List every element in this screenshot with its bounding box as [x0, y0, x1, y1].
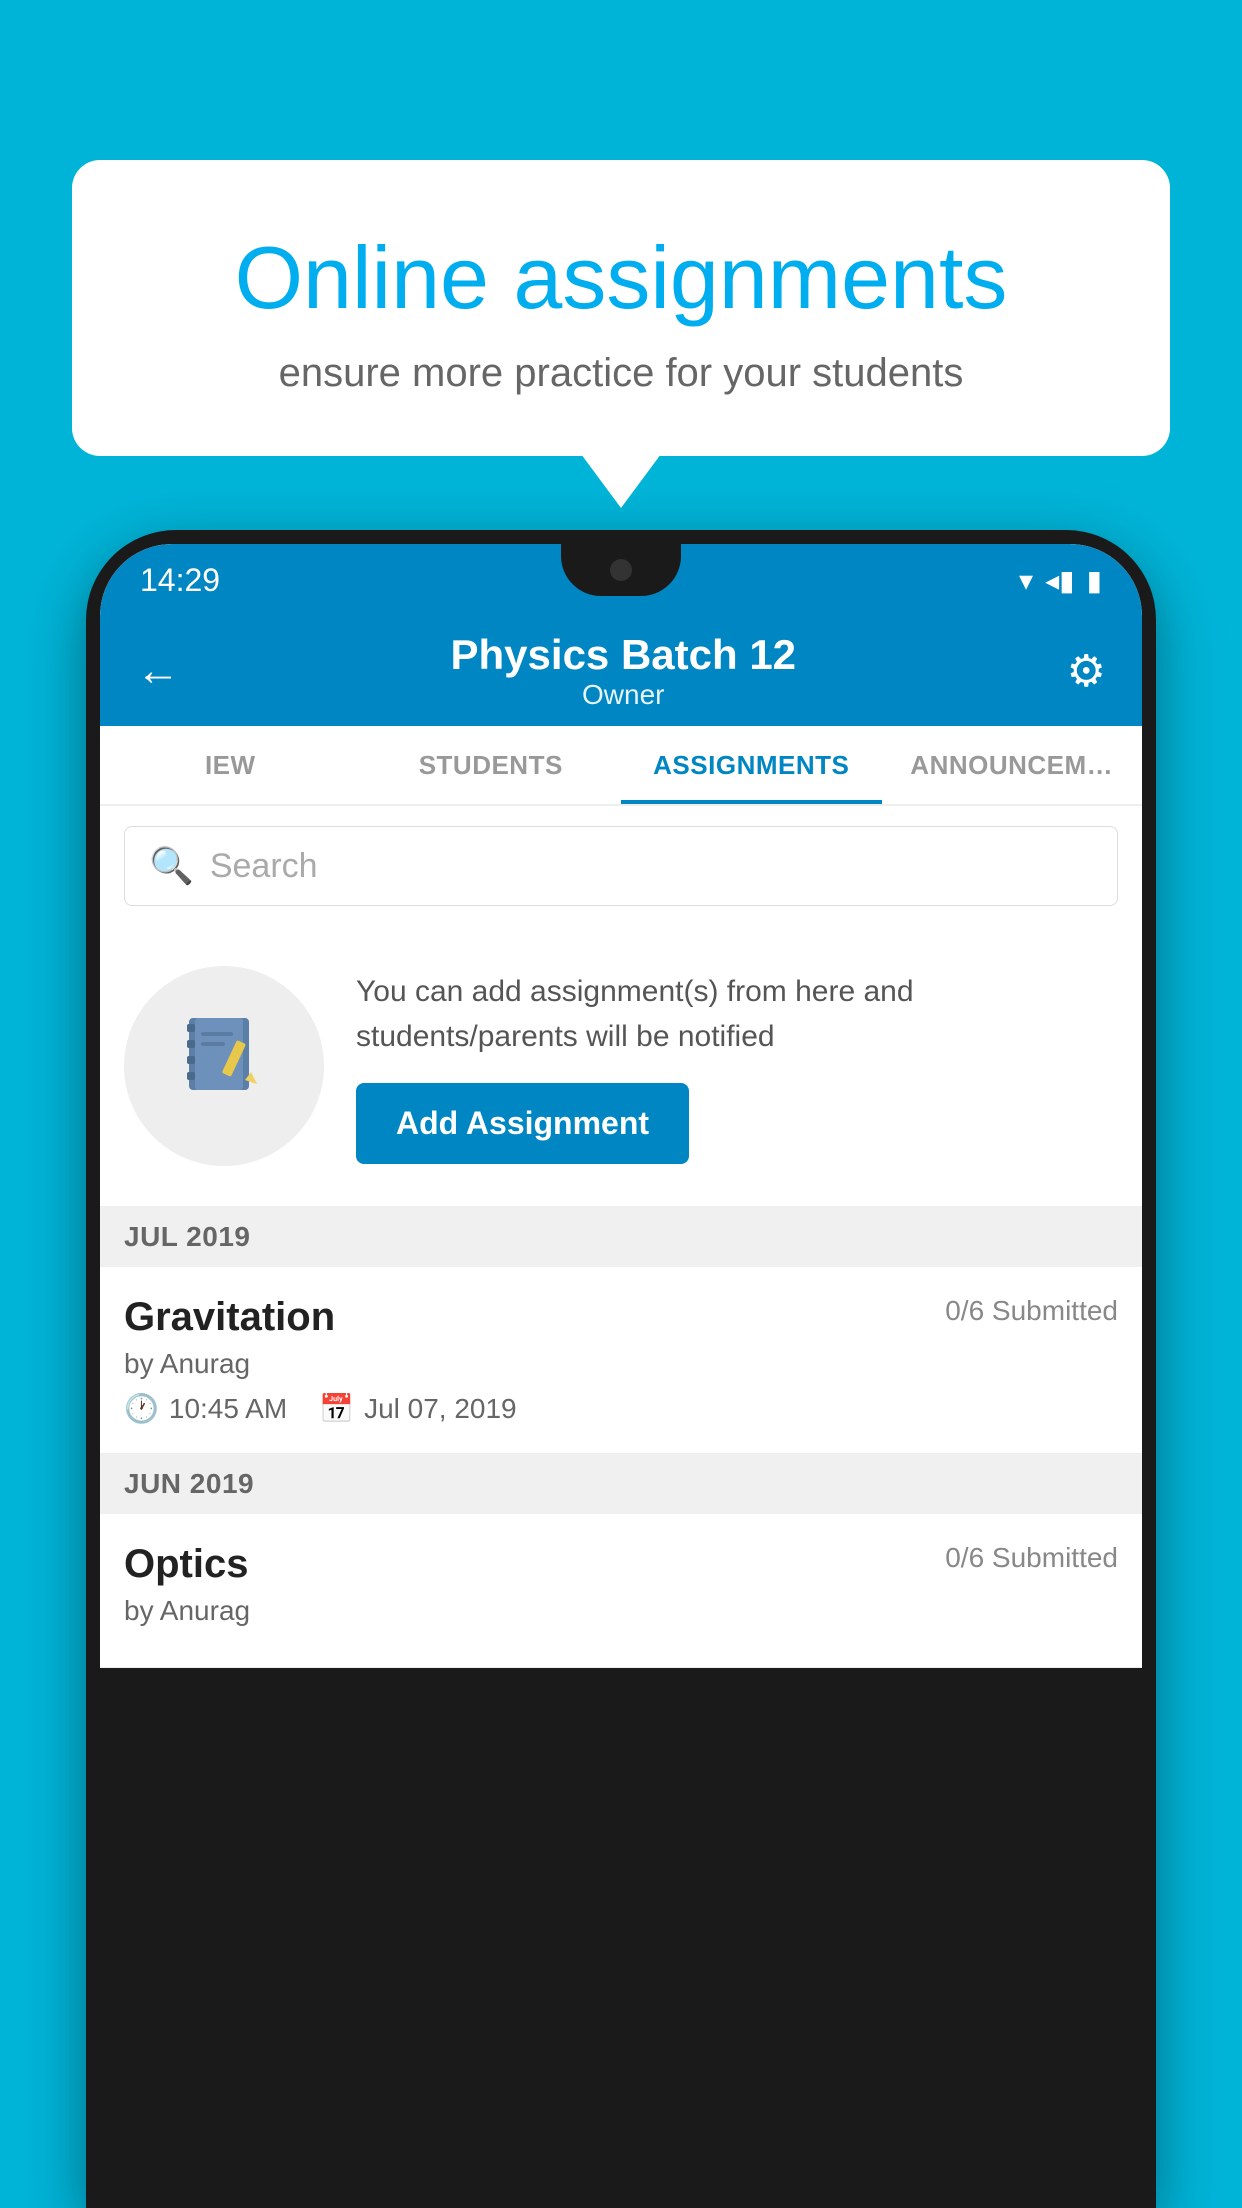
notebook-icon [179, 1010, 269, 1122]
add-assignment-button[interactable]: Add Assignment [356, 1083, 689, 1164]
speech-bubble-title: Online assignments [152, 230, 1090, 327]
search-placeholder: Search [210, 847, 318, 886]
content-area: 🔍 Search [100, 806, 1142, 1668]
section-header-jul: JUL 2019 [100, 1207, 1142, 1267]
calendar-icon: 📅 [319, 1392, 354, 1425]
status-icons: ▾ ◂▮ ▮ [1019, 564, 1102, 597]
speech-bubble: Online assignments ensure more practice … [72, 160, 1170, 456]
app-header: ← Physics Batch 12 Owner ⚙ [100, 616, 1142, 726]
notch [561, 544, 681, 596]
tab-bar: IEW STUDENTS ASSIGNMENTS ANNOUNCEM… [100, 726, 1142, 806]
search-icon: 🔍 [149, 845, 194, 887]
search-container: 🔍 Search [100, 806, 1142, 926]
settings-button[interactable]: ⚙ [1067, 646, 1106, 697]
add-assignment-section: You can add assignment(s) from here and … [100, 926, 1142, 1207]
assignment-item-gravitation[interactable]: Gravitation 0/6 Submitted by Anurag 🕐 10… [100, 1267, 1142, 1454]
assignment-name-optics: Optics [124, 1542, 248, 1587]
header-title: Physics Batch 12 [451, 631, 797, 679]
status-bar: 14:29 ▾ ◂▮ ▮ [100, 544, 1142, 616]
assignment-item-top: Gravitation 0/6 Submitted [124, 1295, 1118, 1340]
assignment-by-optics: by Anurag [124, 1595, 1118, 1627]
assignment-info: You can add assignment(s) from here and … [356, 969, 1118, 1164]
wifi-icon: ▾ [1019, 564, 1033, 597]
phone-frame: 14:29 ▾ ◂▮ ▮ ← Physics Batch 12 Owner ⚙ … [86, 530, 1156, 2208]
section-header-jun: JUN 2019 [100, 1454, 1142, 1514]
status-time: 14:29 [140, 562, 220, 599]
camera-dot [610, 559, 632, 581]
assignment-submitted-gravitation: 0/6 Submitted [945, 1295, 1118, 1327]
back-button[interactable]: ← [136, 646, 180, 696]
tab-iew[interactable]: IEW [100, 726, 361, 804]
speech-bubble-container: Online assignments ensure more practice … [72, 160, 1170, 456]
header-subtitle: Owner [451, 679, 797, 711]
assignment-item-top-optics: Optics 0/6 Submitted [124, 1542, 1118, 1587]
assignment-name-gravitation: Gravitation [124, 1295, 335, 1340]
search-bar[interactable]: 🔍 Search [124, 826, 1118, 906]
assignment-meta-gravitation: 🕐 10:45 AM 📅 Jul 07, 2019 [124, 1392, 1118, 1425]
assignment-icon-circle [124, 966, 324, 1166]
phone-screen: 14:29 ▾ ◂▮ ▮ ← Physics Batch 12 Owner ⚙ … [100, 544, 1142, 1668]
header-center: Physics Batch 12 Owner [451, 631, 797, 711]
battery-icon: ▮ [1087, 564, 1102, 597]
assignment-item-optics[interactable]: Optics 0/6 Submitted by Anurag [100, 1514, 1142, 1668]
tab-announcements[interactable]: ANNOUNCEM… [882, 726, 1143, 804]
signal-icon: ◂▮ [1045, 564, 1074, 597]
assignment-submitted-optics: 0/6 Submitted [945, 1542, 1118, 1574]
assignment-by-gravitation: by Anurag [124, 1348, 1118, 1380]
meta-date-gravitation: 📅 Jul 07, 2019 [319, 1392, 516, 1425]
meta-time-gravitation: 🕐 10:45 AM [124, 1392, 287, 1425]
speech-bubble-subtitle: ensure more practice for your students [152, 351, 1090, 396]
assignment-info-text: You can add assignment(s) from here and … [356, 969, 1118, 1059]
tab-students[interactable]: STUDENTS [361, 726, 622, 804]
tab-assignments[interactable]: ASSIGNMENTS [621, 726, 882, 804]
clock-icon: 🕐 [124, 1392, 159, 1425]
